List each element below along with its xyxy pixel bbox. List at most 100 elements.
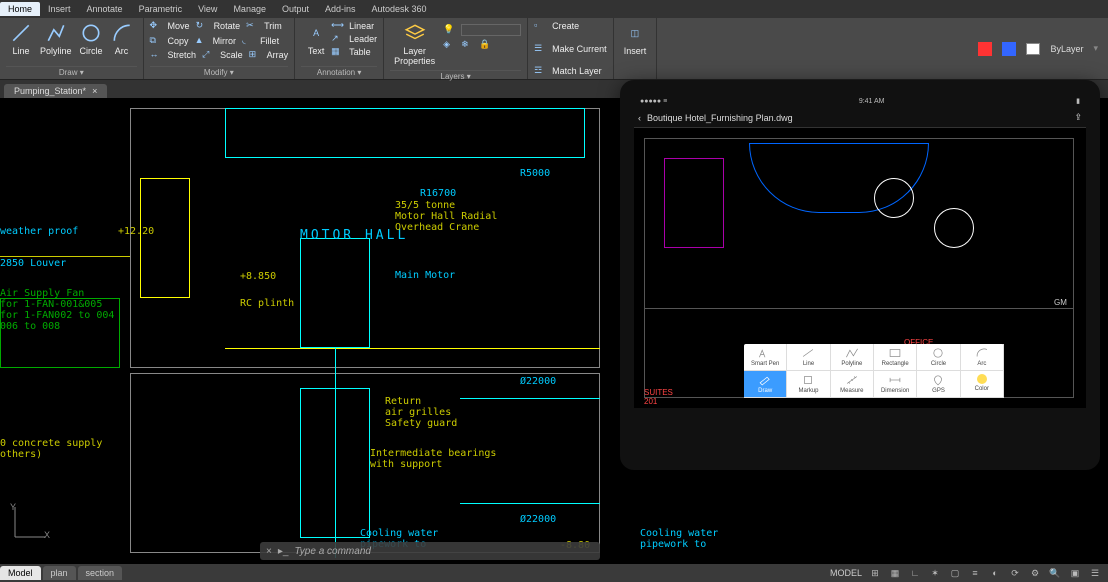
osnap-toggle-icon[interactable]: ▢ [948, 566, 962, 580]
tool-gps[interactable]: GPS [917, 371, 960, 398]
menu-tab-a360[interactable]: Autodesk 360 [364, 2, 435, 16]
trim-button[interactable]: Trim [264, 21, 282, 31]
circle-button[interactable]: Circle [76, 20, 107, 58]
ribbon-right: ByLayer ▾ [968, 18, 1108, 79]
text-button[interactable]: A Text [301, 20, 331, 58]
tablet-device: ●●●●● ≡ 9:41 AM ▮ ‹ Boutique Hotel_Furni… [620, 80, 1100, 470]
menu-tab-parametric[interactable]: Parametric [131, 2, 191, 16]
tool-arc[interactable]: Arc [961, 344, 1004, 371]
menu-tab-insert[interactable]: Insert [40, 2, 79, 16]
transparency-icon[interactable]: ◐ [988, 566, 1002, 580]
scale-icon: ⤢ [202, 49, 214, 61]
insert-icon: ◫ [624, 22, 646, 44]
tool-circle[interactable]: Circle [917, 344, 960, 371]
group-label-annotation: Annotation ▾ [301, 66, 377, 77]
tool-markup[interactable]: Markup [787, 371, 830, 398]
color-swatch-red[interactable] [978, 42, 992, 56]
menu-tab-view[interactable]: View [190, 2, 225, 16]
mirror-button[interactable]: Mirror [213, 36, 237, 46]
ucs-icon: YX [10, 502, 50, 544]
menu-tab-addins[interactable]: Add-ins [317, 2, 364, 16]
fillet-icon: ◟ [242, 35, 254, 47]
command-line[interactable]: × ▸_ Type a command [260, 542, 600, 560]
customize-icon[interactable]: ☰ [1088, 566, 1102, 580]
leader-button[interactable]: Leader [349, 34, 377, 44]
fillet-button[interactable]: Fillet [260, 36, 279, 46]
grid-toggle-icon[interactable]: ⊞ [868, 566, 882, 580]
scale-button[interactable]: Scale [220, 50, 243, 60]
makecurrent-button[interactable]: Make Current [552, 44, 607, 54]
ribbon-group-modify: ✥Move↻Rotate✂Trim ⧉Copy▲Mirror◟Fillet ↔S… [144, 18, 296, 79]
tool-polyline[interactable]: Polyline [831, 344, 874, 371]
polyline-icon [45, 22, 67, 44]
label-p8850: +8.850 [240, 271, 276, 282]
tablet-share-icon[interactable]: ⇪ [1074, 112, 1082, 123]
tool-color[interactable]: Color [961, 371, 1004, 398]
copy-button[interactable]: Copy [168, 36, 189, 46]
sheet-model[interactable]: Model [0, 566, 41, 580]
bylayer-dropdown[interactable]: ByLayer [1050, 44, 1083, 54]
document-tab[interactable]: Pumping_Station* × [4, 84, 107, 98]
create-button[interactable]: Create [552, 21, 579, 31]
ortho-toggle-icon[interactable]: ∟ [908, 566, 922, 580]
layer-dropdown[interactable]: 💡 [443, 24, 521, 36]
label-d22000a: Ø22000 [520, 376, 556, 387]
menu-tab-annotate[interactable]: Annotate [79, 2, 131, 16]
cycle-icon[interactable]: ⟳ [1008, 566, 1022, 580]
matchlayer-button[interactable]: Match Layer [552, 66, 602, 76]
array-button[interactable]: Array [267, 50, 289, 60]
text-label: Text [308, 46, 325, 56]
sheet-plan[interactable]: plan [43, 566, 76, 580]
close-tab-icon[interactable]: × [92, 86, 97, 96]
line-button[interactable]: Line [6, 20, 36, 58]
polyline-label: Polyline [40, 46, 72, 56]
command-prompt-text: Type a command [294, 546, 371, 557]
polar-toggle-icon[interactable]: ✶ [928, 566, 942, 580]
menu-tab-output[interactable]: Output [274, 2, 317, 16]
tablet-label-suites201: SUITES 201 [644, 388, 673, 406]
mirror-icon: ▲ [195, 35, 207, 47]
layer-props-button[interactable]: Layer Properties [390, 20, 439, 68]
sheet-section[interactable]: section [78, 566, 123, 580]
linear-button[interactable]: Linear [349, 21, 374, 31]
move-button[interactable]: Move [168, 21, 190, 31]
annoscale-icon[interactable]: 🔍 [1048, 566, 1062, 580]
label-rc-plinth: RC plinth [240, 298, 294, 309]
group-label-modify: Modify ▾ [150, 66, 289, 77]
tablet-canvas[interactable]: SUITES 201 OFFICE 116 GM Smart Pen Line … [634, 128, 1086, 408]
trim-icon: ✂ [246, 20, 258, 32]
menu-tab-manage[interactable]: Manage [225, 2, 274, 16]
ribbon-group-layers: Layer Properties 💡 ◈❄🔒 Layers ▾ [384, 18, 528, 79]
tool-draw[interactable]: Draw [744, 371, 787, 398]
stretch-button[interactable]: Stretch [168, 50, 197, 60]
status-model-label[interactable]: MODEL [830, 568, 862, 578]
tablet-toolbar: Smart Pen Line Polyline Rectangle Circle… [744, 344, 1004, 398]
snap-toggle-icon[interactable]: ▦ [888, 566, 902, 580]
layer-state-icon: ◈ [443, 39, 455, 51]
ribbon-group-insert: ◫ Insert [614, 18, 658, 79]
command-close-icon[interactable]: × [266, 546, 272, 557]
lineweight-icon[interactable]: ≡ [968, 566, 982, 580]
array-icon: ⊞ [249, 49, 261, 61]
rotate-button[interactable]: Rotate [214, 21, 241, 31]
tool-measure[interactable]: Measure [831, 371, 874, 398]
layers-icon [404, 22, 426, 44]
arc-button[interactable]: Arc [107, 20, 137, 58]
insert-button[interactable]: ◫ Insert [620, 20, 651, 58]
tool-smartpen[interactable]: Smart Pen [744, 344, 787, 371]
tablet-header: ‹ Boutique Hotel_Furnishing Plan.dwg ⇪ [634, 108, 1086, 128]
arc-icon [111, 22, 133, 44]
label-return: Return air grilles Safety guard [385, 396, 457, 429]
menu-tab-home[interactable]: Home [0, 2, 40, 16]
tool-rectangle[interactable]: Rectangle [874, 344, 917, 371]
tablet-back-icon[interactable]: ‹ [638, 113, 641, 123]
tool-dimension[interactable]: Dimension [874, 371, 917, 398]
polyline-button[interactable]: Polyline [36, 20, 76, 58]
clean-icon[interactable]: ▣ [1068, 566, 1082, 580]
tool-line[interactable]: Line [787, 344, 830, 371]
workspace-icon[interactable]: ⚙ [1028, 566, 1042, 580]
color-swatch-blue[interactable] [1002, 42, 1016, 56]
tablet-battery-icon: ▮ [1076, 97, 1080, 105]
bylayer-swatch[interactable] [1026, 43, 1040, 55]
table-button[interactable]: Table [349, 47, 371, 57]
